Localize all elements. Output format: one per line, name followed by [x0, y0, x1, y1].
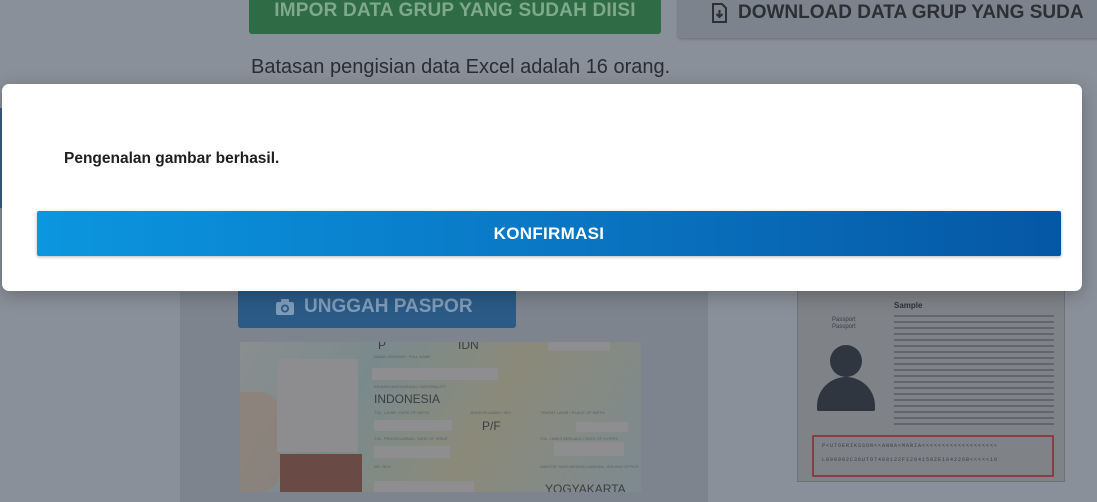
- issue-date-label: TGL. PENGELUARAN / DATE OF ISSUE: [374, 436, 448, 441]
- uploaded-passport-image: P IDN NAMA LENGKAP / FULL NAME KEWARGANE…: [240, 342, 641, 492]
- sample-avatar-icon: [830, 345, 862, 377]
- redacted-photo: [277, 359, 358, 452]
- redacted-reg-number: [374, 481, 474, 492]
- reg-label: NO. REG: [374, 464, 391, 469]
- import-group-data-label: IMPOR DATA GRUP YANG SUDAH DIISI: [274, 0, 636, 21]
- name-label: NAMA LENGKAP / FULL NAME: [374, 354, 431, 359]
- recognition-success-message: Pengenalan gambar berhasil.: [64, 150, 280, 167]
- download-group-data-button[interactable]: DOWNLOAD DATA GRUP YANG SUDA: [678, 0, 1097, 38]
- sample-fields: [894, 315, 1054, 425]
- excel-limit-note: Batasan pengisian data Excel adalah 16 o…: [251, 56, 671, 78]
- passport-thumb-area: [240, 392, 280, 492]
- passport-country-value: IDN: [458, 342, 479, 352]
- redacted-pob: [576, 422, 628, 432]
- import-group-data-button[interactable]: IMPOR DATA GRUP YANG SUDAH DIISI: [249, 0, 661, 34]
- confirm-button-label: KONFIRMASI: [493, 223, 605, 243]
- sex-label: JENIS KELAMIN / SEX: [470, 410, 512, 415]
- expiry-date-label: TGL. HABIS BERLAKU / DATE OF EXPIRY: [540, 436, 618, 441]
- issuing-office-value: YOGYAKARTA: [545, 482, 626, 492]
- upload-passport-label: UNGGAH PASPOR: [304, 295, 473, 317]
- download-icon: [712, 3, 727, 23]
- passport-photo-strip: [280, 454, 362, 492]
- dob-label: TGL. LAHIR / DATE OF BIRTH: [374, 410, 430, 415]
- camera-icon: [276, 298, 294, 315]
- redacted-issue-date: [374, 446, 450, 458]
- sample-avatar-body: [817, 377, 875, 411]
- nationality-value: INDONESIA: [374, 392, 441, 406]
- sample-passport-label: Passport Passport: [832, 317, 856, 330]
- passport-type-value: P: [378, 342, 387, 352]
- sex-value: P/F: [482, 419, 501, 433]
- redacted-dob: [374, 420, 452, 431]
- redacted-passport-number: [548, 342, 610, 351]
- sample-title: Sample: [894, 301, 923, 310]
- sample-passport-image: Sample Passport Passport P<UTOERIKSSON<<…: [797, 290, 1065, 482]
- nationality-label: KEWARGANEGARAAN / NATIONALITY: [374, 384, 447, 389]
- issuing-office-label: KANTOR YANG MENGELUARKAN / ISSUING OFFIC…: [540, 464, 639, 469]
- success-dialog: Pengenalan gambar berhasil. KONFIRMASI: [2, 84, 1082, 291]
- redacted-expiry-date: [554, 442, 624, 456]
- sample-mrz-box: P<UTOERIKSSON<<ANNA<MARIA<<<<<<<<<<<<<<<…: [812, 435, 1054, 477]
- pob-label: TEMPAT LAHIR / PLACE OF BIRTH: [540, 410, 605, 415]
- download-group-data-label: DOWNLOAD DATA GRUP YANG SUDA: [738, 2, 1084, 23]
- redacted-name: [372, 368, 498, 380]
- confirm-button[interactable]: KONFIRMASI: [37, 211, 1061, 256]
- upload-passport-button[interactable]: UNGGAH PASPOR: [238, 285, 516, 328]
